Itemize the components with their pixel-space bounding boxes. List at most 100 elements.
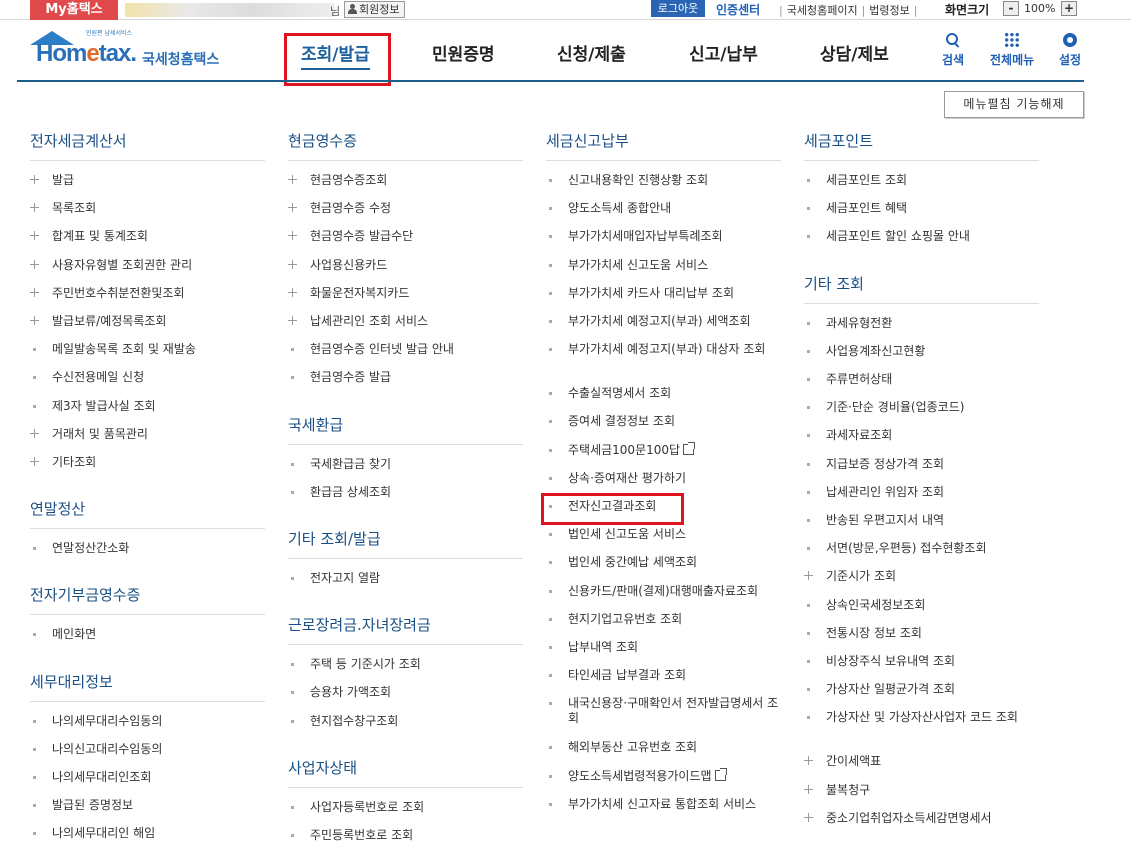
menu-item-label: 가상자산 일평균가격 조회	[826, 682, 955, 696]
bullet-icon	[807, 349, 810, 353]
plus-icon	[804, 756, 813, 766]
bullet-icon	[807, 179, 810, 182]
nav-consult-report[interactable]: 상담/제보	[820, 40, 889, 65]
menu-item-label: 승용차 가액조회	[310, 685, 391, 699]
menu-item-label: 가상자산 및 가상자산사업자 코드 조회	[826, 710, 1041, 725]
menu-item-text: 메인화면	[52, 627, 97, 642]
menu-item-text: 부가가치세 예정고지(부과) 대상자 조회	[568, 342, 766, 357]
menu-item-text: 현금영수증조회	[310, 173, 388, 187]
cert-center-link[interactable]: 인증센터	[716, 1, 760, 18]
menu-item-text: 신용카드/판매(결제)대행매출자료조회	[568, 583, 759, 598]
plus-icon	[30, 428, 39, 438]
bullet-icon	[33, 404, 36, 408]
bullet-icon	[291, 691, 294, 695]
menu-item-label: 사용자유형별 조회권한 관리	[52, 258, 192, 272]
menu-item-text: 나의세무대리인조회	[52, 770, 152, 784]
menu-item-label: 사업자등록번호로 조회	[310, 800, 424, 814]
menu-item-label: 상속·증여재산 평가하기	[568, 471, 686, 485]
menu-item-label: 불복청구	[826, 783, 870, 797]
menu-item-label: 발급보류/예정목록조회	[52, 314, 166, 328]
menu-item-text: 타인세금 납부결과 조회	[568, 668, 687, 683]
menu-item-text: 기타조회	[52, 455, 97, 469]
menu-item-text: 상속·증여재산 평가하기	[568, 470, 687, 485]
bullet-icon	[807, 660, 810, 663]
menu-item-label: 세금포인트 조회	[826, 173, 907, 187]
logo-korean-name: 국세청홈택스	[142, 52, 220, 68]
zoom-in-button[interactable]: +	[1061, 1, 1077, 16]
menu-item-text: 가상자산 및 가상자산사업자 코드 조회	[826, 710, 1018, 725]
settings-button[interactable]: 설정	[1059, 32, 1081, 68]
logo-brand-part: tax.	[98, 40, 137, 67]
plus-icon	[30, 287, 39, 297]
bullet-icon	[807, 716, 810, 720]
nav-report-pay[interactable]: 신고/납부	[689, 40, 758, 65]
menu-item-text: 사업용신용카드	[310, 257, 388, 272]
plus-icon	[288, 259, 297, 269]
my-hometax-button[interactable]: My홈택스	[30, 0, 118, 20]
plus-icon	[30, 457, 39, 466]
plus-icon	[288, 316, 297, 325]
bullet-icon	[807, 434, 810, 438]
nts-homepage-link[interactable]: 국세청홈페이지	[783, 4, 862, 17]
menu-item-label: 세금포인트 할인 쇼핑몰 안내	[826, 229, 970, 243]
bullet-icon	[33, 747, 36, 751]
logo-brand-part: Hom	[36, 40, 87, 67]
menu-item-text: 발급된 증명정보	[52, 798, 134, 813]
menu-item-label: 납부내역 조회	[568, 640, 638, 654]
bullet-icon	[549, 263, 552, 267]
divider: |	[913, 4, 918, 17]
menu-item-label: 중소기업취업자소득세감면명세서	[826, 811, 992, 825]
menu-item-label: 발급	[52, 173, 74, 187]
menu-item-text: 화물운전자복지카드	[310, 285, 410, 300]
menu-item-label: 비상장주식 보유내역 조회	[826, 654, 955, 668]
menu-item-text: 불복청구	[826, 782, 871, 797]
bullet-icon	[291, 376, 294, 380]
menu-expand-toggle-button[interactable]: 메뉴펼침 기능해제	[944, 91, 1084, 118]
zoom-out-button[interactable]: -	[1003, 1, 1019, 16]
menu-item-label: 나의세무대리인조회	[52, 770, 151, 784]
law-info-link[interactable]: 법령정보	[865, 4, 913, 17]
bullet-icon	[33, 804, 36, 808]
bullet-icon	[291, 834, 294, 837]
nav-apply-submit[interactable]: 신청/제출	[557, 40, 626, 65]
logout-button[interactable]: 로그아웃	[651, 0, 705, 17]
menu-item-label: 현지기업고유번호 조회	[568, 612, 682, 626]
bullet-icon	[549, 179, 552, 182]
menu-item-text: 세금포인트 할인 쇼핑몰 안내	[826, 229, 970, 244]
hometax-logo[interactable]: 민원편 납세서비스 Hometax. 국세청홈택스	[30, 28, 240, 73]
plus-icon	[30, 231, 39, 241]
search-button[interactable]: 검색	[942, 32, 964, 68]
nav-civil-certificate[interactable]: 민원증명	[432, 40, 495, 65]
util-links: | 국세청홈페이지 | 법령정보 |	[779, 2, 917, 18]
menu-item-label: 국세환급금 찾기	[310, 457, 391, 471]
bullet-icon	[807, 603, 810, 607]
bullet-icon	[33, 719, 36, 723]
menu-item-label: 연말정산간소화	[52, 541, 129, 555]
menu-item-label: 수신전용메일 신청	[52, 370, 144, 384]
menu-item-text: 상속인국세정보조회	[826, 597, 926, 612]
menu-item-label: 법인세 중간예납 세액조회	[568, 555, 697, 569]
menu-item-text: 나의신고대리수임동의	[52, 741, 163, 756]
menu-item-text: 간이세액표	[826, 754, 882, 769]
menu-item-text: 과세자료조회	[826, 428, 893, 443]
menu-item-label: 상속인국세정보조회	[826, 598, 925, 612]
menu-item-label: 현지접수창구조회	[310, 714, 398, 728]
menu-item-text: 주류면허상태	[826, 372, 893, 386]
all-menu-button[interactable]: 전체메뉴	[990, 32, 1034, 68]
bullet-icon	[807, 519, 810, 522]
menu-item-text: 목록조회	[52, 201, 97, 216]
menu-item-label: 과세자료조회	[826, 428, 892, 442]
member-info-button[interactable]: 회원정보	[344, 1, 406, 18]
section-title: 기타 조회	[804, 272, 1039, 304]
bullet-icon	[807, 631, 810, 635]
bullet-icon	[549, 802, 552, 806]
search-icon	[945, 32, 961, 48]
bullet-icon	[291, 577, 294, 580]
bullet-icon	[807, 406, 810, 410]
bullet-icon	[549, 348, 552, 352]
bullet-icon	[549, 448, 552, 452]
menu-item-text: 법인세 신고도움 서비스	[568, 527, 687, 542]
zoom-value: 100%	[1024, 2, 1056, 15]
menu-item-label: 나의세무대리수임동의	[52, 714, 162, 728]
menu-item-label: 양도소득세법령적용가이드맵	[568, 767, 727, 783]
